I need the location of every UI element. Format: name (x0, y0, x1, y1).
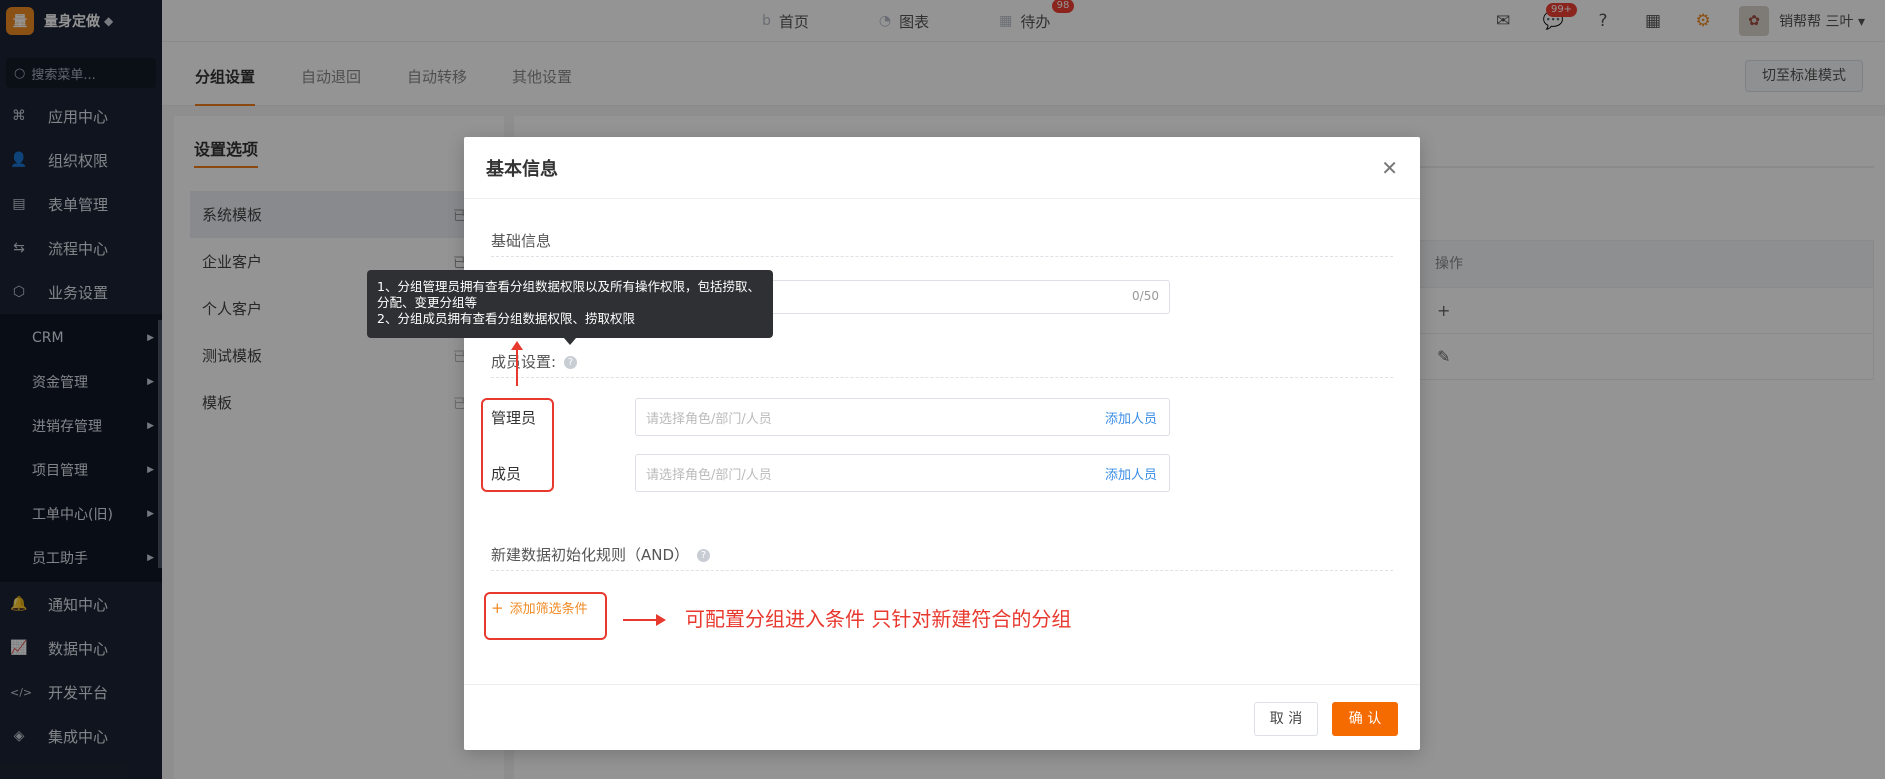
add-member-button[interactable]: 添加人员 (1105, 464, 1157, 483)
section-basic-info: 基础信息 (491, 232, 552, 250)
member-settings-tooltip: 1、分组管理员拥有查看分组数据权限以及所有操作权限，包括捞取、分配、变更分组等 … (367, 270, 773, 338)
help-icon[interactable]: ? (564, 356, 578, 369)
cancel-button[interactable]: 取 消 (1254, 702, 1318, 736)
basic-info-dialog: 基本信息 ✕ 基础信息 0/50 成员设置:? 管理员 请选择角色/部门/人员 … (464, 137, 1420, 750)
tooltip-arrow (564, 338, 576, 345)
section-init-rules: 新建数据初始化规则（AND）? (491, 544, 711, 565)
dialog-header: 基本信息 ✕ (464, 137, 1420, 199)
admin-picker[interactable]: 请选择角色/部门/人员 添加人员 (635, 398, 1170, 436)
annotation-box-filter (484, 592, 607, 640)
section-member-settings: 成员设置:? (491, 351, 578, 372)
close-icon[interactable]: ✕ (1381, 156, 1398, 180)
add-admin-button[interactable]: 添加人员 (1105, 408, 1157, 427)
dialog-footer: 取 消 确 认 (464, 684, 1420, 750)
annotation-box-roles (481, 398, 554, 492)
section-member-label: 成员设置: (491, 353, 557, 371)
help-icon[interactable]: ? (697, 549, 711, 562)
tooltip-line: 2、分组成员拥有查看分组数据权限、捞取权限 (377, 311, 635, 326)
annotation-arrowhead-up (511, 341, 523, 350)
confirm-button[interactable]: 确 认 (1332, 702, 1398, 736)
divider (491, 377, 1393, 378)
member-picker-placeholder: 请选择角色/部门/人员 (646, 467, 772, 483)
annotation-arrow-up (516, 348, 518, 386)
section-init-rules-label: 新建数据初始化规则（AND） (491, 546, 690, 564)
char-counter: 0/50 (1132, 289, 1159, 303)
tooltip-line: 1、分组管理员拥有查看分组数据权限以及所有操作权限，包括捞取、分配、变更分组等 (377, 279, 760, 310)
admin-picker-placeholder: 请选择角色/部门/人员 (646, 411, 772, 427)
annotation-arrow-right (623, 619, 657, 621)
dialog-title: 基本信息 (486, 158, 558, 180)
divider (491, 256, 1393, 257)
divider (491, 570, 1393, 571)
annotation-arrowhead-right (656, 614, 666, 626)
annotation-text: 可配置分组进入条件 只针对新建符合的分组 (685, 607, 1072, 631)
member-picker[interactable]: 请选择角色/部门/人员 添加人员 (635, 454, 1170, 492)
